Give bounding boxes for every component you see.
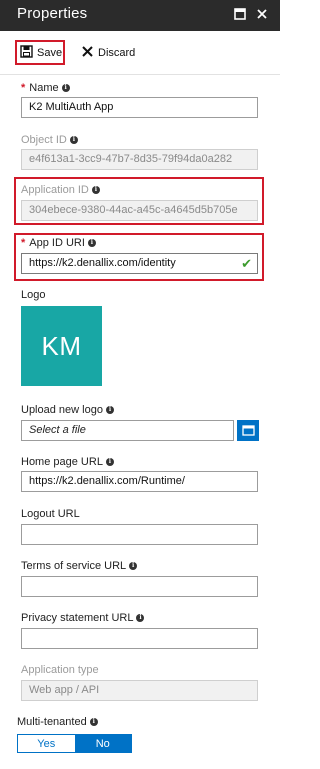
terms-url-label: Terms of service URL i	[21, 560, 138, 572]
app-logo: KM	[21, 306, 102, 386]
privacy-url-field[interactable]	[21, 628, 258, 649]
logo-label: Logo	[21, 289, 46, 301]
close-icon[interactable]	[254, 6, 270, 22]
page-title: Properties	[17, 5, 88, 22]
logout-url-label: Logout URL	[21, 508, 80, 520]
app-id-uri-value: https://k2.denallix.com/identity	[29, 257, 176, 269]
multi-tenanted-no[interactable]: No	[74, 735, 131, 752]
object-id-label: Object ID i	[21, 134, 78, 146]
browse-folder-button[interactable]	[237, 420, 259, 441]
multi-tenanted-toggle[interactable]: Yes No	[17, 734, 132, 753]
application-id-field[interactable]: 304ebece-9380-44ac-a45c-a4645d5b705e	[21, 200, 258, 221]
multi-tenanted-yes[interactable]: Yes	[18, 735, 75, 752]
info-icon[interactable]: i	[89, 718, 98, 726]
required-marker: *	[21, 82, 26, 94]
save-label: Save	[37, 46, 63, 59]
logo-initials: KM	[41, 330, 82, 361]
info-icon[interactable]: i	[105, 458, 114, 466]
info-icon[interactable]: i	[69, 136, 78, 144]
discard-button[interactable]: Discard	[81, 40, 135, 65]
terms-url-field[interactable]	[21, 576, 258, 597]
info-icon[interactable]: i	[91, 186, 100, 194]
application-id-label: Application ID i	[21, 184, 100, 196]
app-id-uri-field[interactable]: https://k2.denallix.com/identity ✔	[21, 253, 258, 274]
discard-label: Discard	[98, 46, 136, 59]
name-label: * Name i	[21, 82, 70, 94]
command-bar: Save Discard	[0, 31, 280, 75]
folder-icon	[241, 425, 255, 436]
name-field[interactable]: K2 MultiAuth App	[21, 97, 258, 118]
checkmark-icon: ✔	[241, 256, 252, 271]
required-marker: *	[21, 237, 26, 249]
save-button[interactable]: Save	[15, 40, 65, 65]
info-icon[interactable]: i	[87, 239, 96, 247]
save-icon	[20, 44, 33, 61]
application-type-label: Application type	[21, 664, 99, 676]
logout-url-field[interactable]	[21, 524, 258, 545]
maximize-icon[interactable]	[232, 6, 248, 22]
multi-tenanted-label: Multi-tenanted i	[17, 716, 98, 728]
info-icon[interactable]: i	[61, 84, 70, 92]
info-icon[interactable]: i	[105, 406, 114, 414]
discard-icon	[81, 45, 94, 61]
home-page-url-field[interactable]: https://k2.denallix.com/Runtime/	[21, 471, 258, 492]
app-id-uri-label: * App ID URI i	[21, 237, 96, 249]
home-page-url-label: Home page URL i	[21, 456, 114, 468]
info-icon[interactable]: i	[129, 562, 138, 570]
title-bar: Properties	[0, 0, 280, 31]
info-icon[interactable]: i	[136, 614, 145, 622]
object-id-field[interactable]: e4f613a1-3cc9-47b7-8d35-79f94da0a282	[21, 149, 258, 170]
privacy-url-label: Privacy statement URL i	[21, 612, 145, 624]
application-type-field[interactable]: Web app / API	[21, 680, 258, 701]
upload-logo-label: Upload new logo i	[21, 404, 114, 416]
upload-logo-field[interactable]: Select a file	[21, 420, 234, 441]
